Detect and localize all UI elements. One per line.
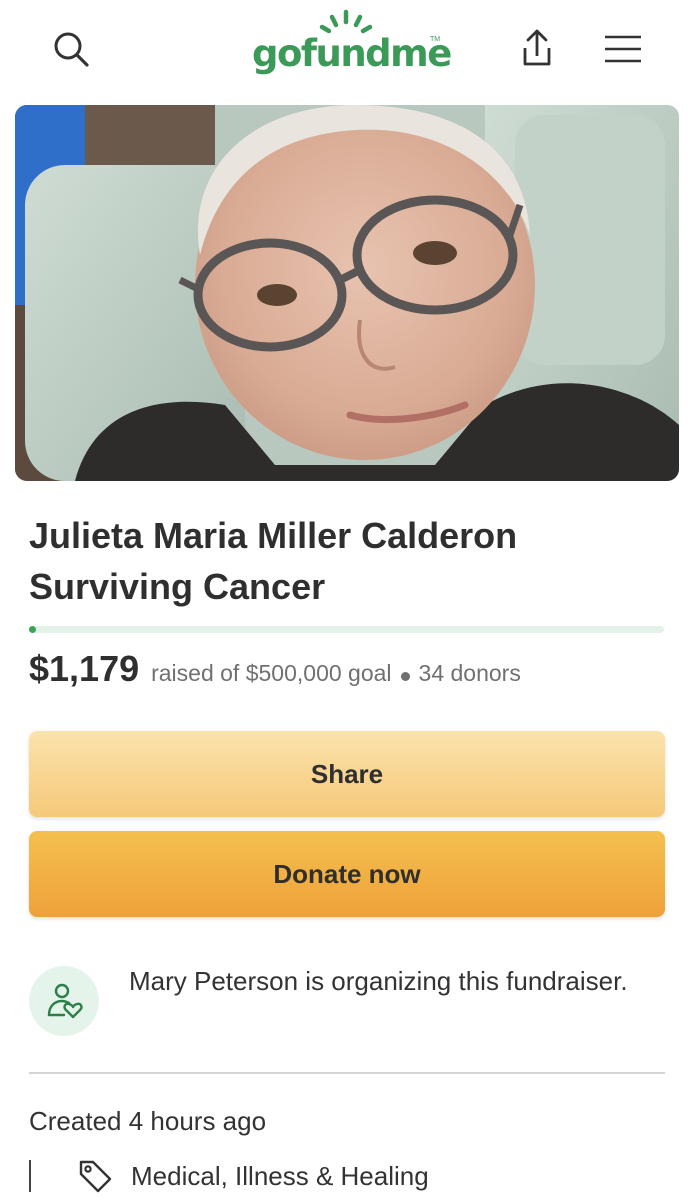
category-row: Medical, Illness & Healing — [29, 1156, 669, 1200]
organizer-heart-icon — [47, 983, 83, 1019]
share-upload-icon — [523, 29, 551, 66]
category-separator — [29, 1160, 31, 1192]
organizer-avatar — [29, 966, 99, 1036]
donate-now-button[interactable]: Donate now — [29, 831, 665, 917]
tag-icon — [79, 1160, 112, 1193]
progress-bar-fill — [29, 626, 36, 633]
separator-dot — [400, 672, 410, 681]
search-button[interactable] — [46, 26, 96, 72]
menu-button[interactable] — [596, 26, 650, 72]
organizer-section: Mary Peterson is organizing this fundrai… — [29, 960, 665, 1050]
amount-raised: $1,179 — [29, 648, 140, 689]
progress-bar — [29, 626, 664, 633]
category-label: Medical, Illness & Healing — [131, 1161, 429, 1191]
logo-trademark: TM — [430, 36, 441, 43]
gofundme-logo[interactable]: gofundme TM — [248, 6, 452, 86]
top-nav: gofundme TM — [0, 0, 693, 100]
goal-text: raised of $500,000 goal — [151, 660, 392, 686]
search-icon — [54, 32, 89, 67]
donor-count[interactable]: 34 donors — [419, 660, 521, 687]
campaign-photo-portrait — [15, 105, 679, 481]
campaign-title: Julieta Maria Miller Calderon Surviving … — [29, 515, 518, 607]
hamburger-menu-icon — [605, 35, 641, 63]
section-divider — [29, 1072, 665, 1074]
share-button[interactable]: Share — [29, 731, 665, 817]
organizer-text[interactable]: Mary Peterson is organizing this fundrai… — [129, 960, 649, 1003]
fundraising-stats: $1,179 raised of $500,000 goal 34 donors — [29, 648, 521, 694]
category-link[interactable]: Medical, Illness & Healing — [77, 1156, 429, 1196]
logo-wordmark: gofundme — [252, 32, 452, 75]
created-time: Created 4 hours ago — [29, 1106, 267, 1136]
campaign-photo[interactable] — [15, 105, 679, 481]
share-upload-button[interactable] — [512, 24, 562, 72]
